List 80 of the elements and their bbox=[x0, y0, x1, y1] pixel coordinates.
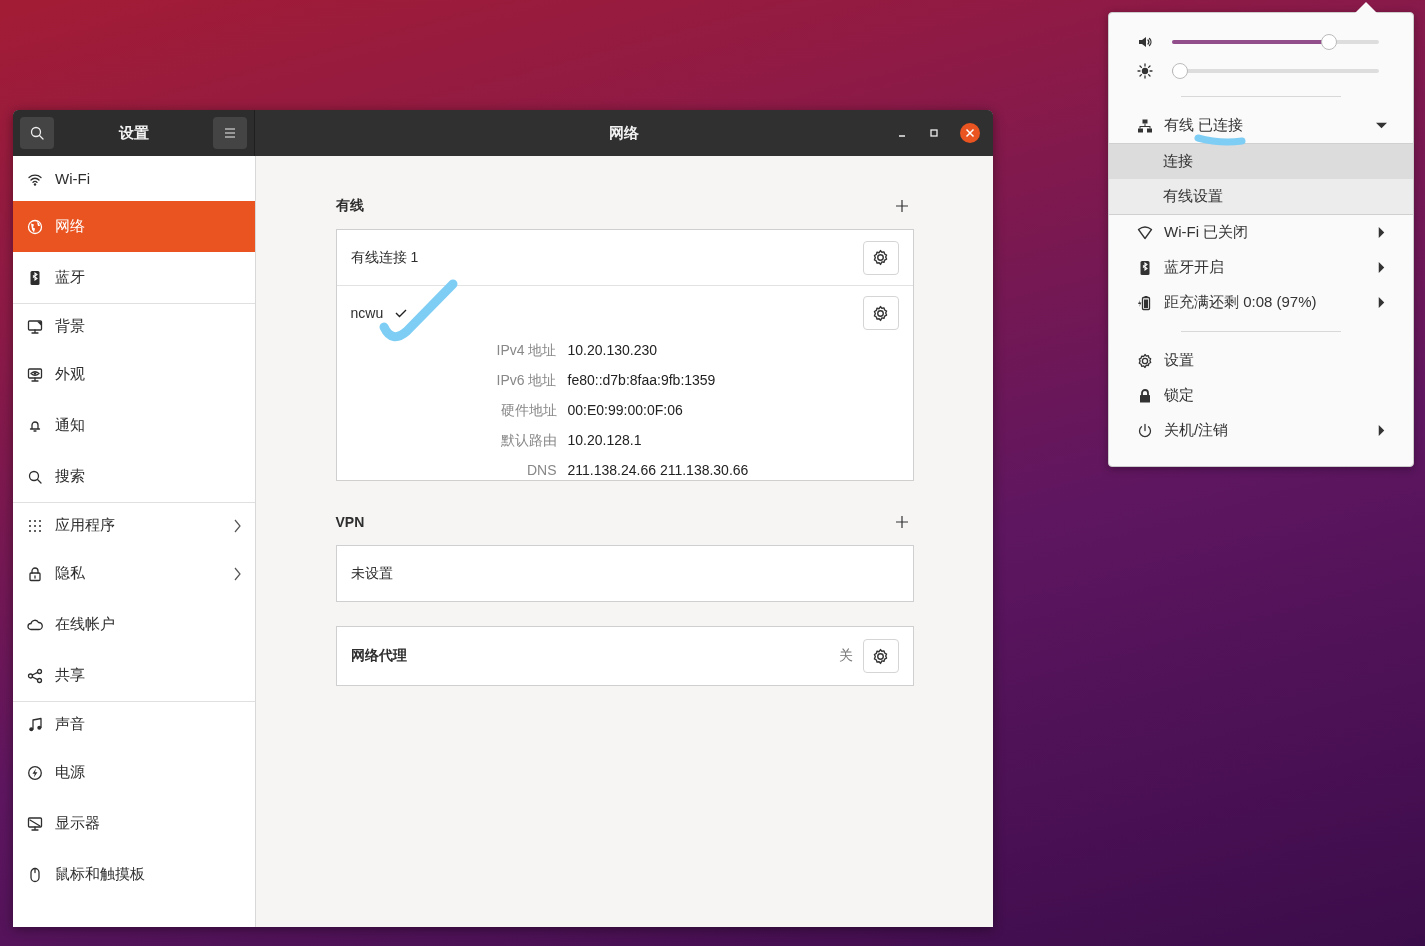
pen-underline-drawing bbox=[1194, 134, 1246, 146]
proxy-status: 关 bbox=[838, 647, 853, 665]
settings-icon bbox=[872, 249, 889, 266]
sidebar-item[interactable]: 通知 bbox=[13, 400, 255, 451]
sidebar-item[interactable]: 电源 bbox=[13, 747, 255, 798]
menu-item[interactable]: 距充满还剩 0:08 (97%) bbox=[1109, 285, 1413, 320]
menu-item[interactable]: 有线 已连接 bbox=[1109, 108, 1413, 143]
globe-icon bbox=[27, 218, 43, 235]
field-value: 211.138.24.66 211.138.30.66 bbox=[567, 462, 750, 478]
connection-name: ncwu bbox=[350, 305, 384, 321]
submenu-item[interactable]: 连接 bbox=[1109, 144, 1413, 179]
monitor-icon bbox=[27, 366, 43, 383]
section-heading: 有线 bbox=[335, 197, 364, 215]
field-label: 默认路由 bbox=[499, 432, 557, 450]
battery-icon bbox=[1137, 294, 1153, 311]
search-button[interactable] bbox=[20, 117, 54, 149]
power-icon bbox=[1137, 422, 1153, 439]
power-icon bbox=[27, 764, 43, 781]
field-label: IPv4 地址 bbox=[495, 342, 557, 360]
field-label: DNS bbox=[525, 462, 557, 478]
sidebar-item[interactable]: 声音 bbox=[13, 702, 255, 747]
sidebar-item[interactable]: 在线帐户 bbox=[13, 599, 255, 650]
settings-icon bbox=[872, 647, 889, 665]
connection-name: 有线连接 1 bbox=[350, 248, 419, 267]
maximize-icon[interactable] bbox=[928, 127, 940, 139]
section-heading: VPN bbox=[335, 514, 365, 530]
sidebar-item[interactable]: 共享 bbox=[13, 650, 255, 701]
settings-icon bbox=[1137, 352, 1153, 369]
slider-handle[interactable] bbox=[1172, 62, 1189, 79]
menu-icon bbox=[222, 125, 238, 141]
display-icon bbox=[27, 815, 43, 832]
grid-icon bbox=[27, 517, 43, 534]
lock-icon bbox=[1137, 387, 1153, 404]
field-value: fe80::d7b:8faa:9fb:1359 bbox=[567, 372, 717, 390]
add-icon[interactable] bbox=[895, 200, 908, 212]
music-note-icon bbox=[27, 716, 43, 733]
settings-button[interactable] bbox=[862, 639, 899, 673]
sidebar-item[interactable]: 网络 bbox=[13, 201, 255, 252]
sidebar-item[interactable]: 鼠标和触摸板 bbox=[13, 849, 255, 900]
sidebar-item[interactable]: 搜索 bbox=[13, 451, 255, 502]
sidebar-item[interactable]: Wi-Fi bbox=[13, 156, 255, 201]
proxy-label: 网络代理 bbox=[350, 647, 407, 665]
sidebar-item[interactable]: 显示器 bbox=[13, 798, 255, 849]
field-value: 00:E0:99:00:0F:06 bbox=[567, 402, 684, 420]
slider-handle[interactable] bbox=[1321, 33, 1338, 50]
field-value: 10.20.130.230 bbox=[567, 342, 659, 360]
search-icon bbox=[29, 125, 45, 141]
empty-message: 未设置 bbox=[350, 564, 393, 583]
search-icon bbox=[27, 468, 43, 485]
bluetooth-icon bbox=[1137, 259, 1153, 276]
sidebar-item[interactable]: 应用程序 bbox=[13, 503, 255, 548]
menu-item[interactable]: Wi-Fi 已关闭 bbox=[1109, 215, 1413, 250]
field-value: 10.20.128.1 bbox=[567, 432, 643, 450]
close-button[interactable] bbox=[960, 123, 980, 143]
menu-item[interactable]: 蓝牙开启 bbox=[1109, 250, 1413, 285]
menu-item[interactable]: 设置 bbox=[1109, 343, 1413, 378]
settings-icon bbox=[872, 304, 889, 322]
sidebar-item[interactable]: 外观 bbox=[13, 349, 255, 400]
wifi-icon bbox=[1137, 224, 1153, 241]
settings-button[interactable] bbox=[862, 240, 899, 275]
lock-icon bbox=[27, 565, 43, 582]
field-label: IPv6 地址 bbox=[495, 372, 557, 390]
menu-button[interactable] bbox=[213, 117, 247, 149]
field-label: 硬件地址 bbox=[499, 402, 557, 420]
bluetooth-icon bbox=[27, 269, 43, 286]
monitor-icon bbox=[27, 318, 43, 335]
sidebar-item[interactable]: 蓝牙 bbox=[13, 252, 255, 303]
sidebar-title: 设置 bbox=[118, 123, 149, 143]
settings-button[interactable] bbox=[862, 296, 899, 330]
add-icon[interactable] bbox=[895, 516, 908, 528]
brightness-icon bbox=[1137, 62, 1153, 79]
network-icon bbox=[1137, 117, 1153, 134]
submenu-item[interactable]: 有线设置 bbox=[1109, 179, 1413, 214]
share-icon bbox=[27, 667, 43, 684]
menu-item[interactable]: 关机/注销 bbox=[1109, 413, 1413, 448]
sidebar-item[interactable]: 隐私 bbox=[13, 548, 255, 599]
mouse-icon bbox=[27, 866, 43, 883]
window-title: 网络 bbox=[609, 123, 639, 143]
sidebar-item[interactable]: 背景 bbox=[13, 304, 255, 349]
menu-item[interactable]: 锁定 bbox=[1109, 378, 1413, 413]
